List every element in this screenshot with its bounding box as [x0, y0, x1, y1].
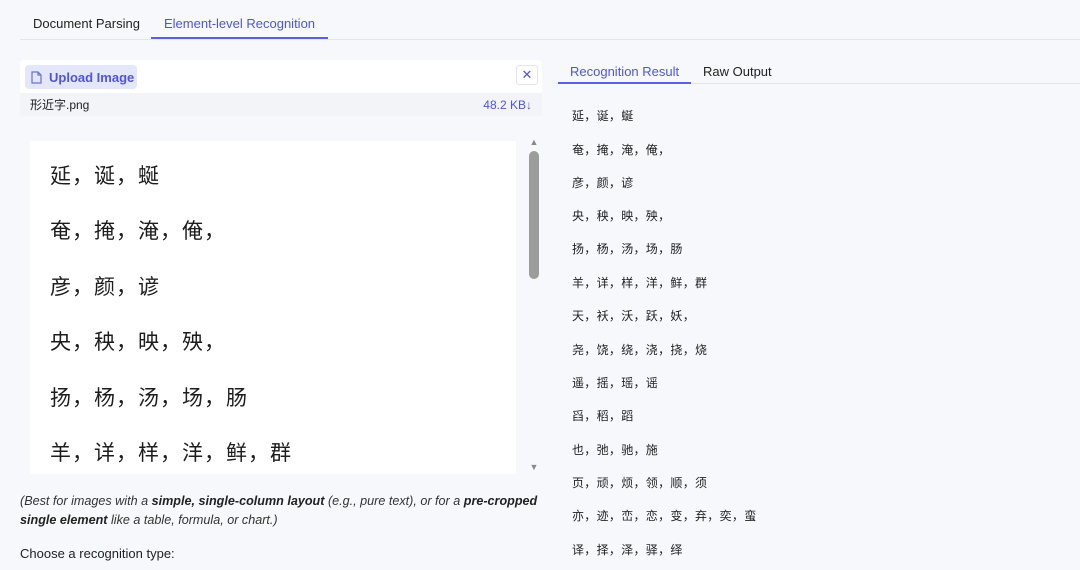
download-icon: ↓	[526, 97, 532, 112]
result-tab-bar: Recognition Result Raw Output	[556, 60, 1080, 84]
note-text: (e.g., pure text), or for a	[324, 494, 464, 508]
result-line: 天，袄，沃，跃，妖，	[572, 309, 696, 323]
recognition-type-label: Choose a recognition type:	[20, 546, 175, 561]
file-icon	[31, 70, 42, 84]
result-line: 奄，掩，淹，俺，	[572, 143, 671, 157]
close-icon[interactable]: ✕	[516, 65, 538, 85]
tab-recognition-result[interactable]: Recognition Result	[558, 64, 692, 84]
result-line: 扬，杨，汤，场，肠	[572, 242, 683, 256]
preview-line: 羊，详，样，洋，鲜，群	[50, 441, 292, 465]
result-line: 延，诞，蜒	[572, 109, 634, 123]
preview-line: 奄，掩，淹，俺，	[50, 219, 226, 243]
preview-line: 彦，颜，谚	[50, 275, 160, 299]
tab-raw-output[interactable]: Raw Output	[691, 64, 784, 84]
upload-panel: Upload Image ✕ 形近字.png 48.2 KB↓	[20, 60, 542, 116]
result-line: 亦，迹，峦，恋，变，弃，奕，蛮	[572, 509, 757, 523]
uploaded-file-row: 形近字.png 48.2 KB↓	[20, 93, 542, 116]
usage-note: (Best for images with a simple, single-c…	[20, 492, 550, 530]
scrollbar-thumb[interactable]	[529, 151, 539, 279]
preview-line: 延，诞，蜒	[50, 164, 160, 188]
result-line: 央，秧，映，殃，	[572, 209, 671, 223]
note-text: (Best for images with a	[20, 494, 152, 508]
tab-element-level-recognition[interactable]: Element-level Recognition	[151, 16, 329, 39]
result-line: 羊，详，样，洋，鲜，群	[572, 276, 708, 290]
top-tab-bar: Document Parsing Element-level Recogniti…	[20, 10, 1080, 40]
note-bold-text: simple, single-column layout	[151, 494, 325, 508]
result-line: 也，弛，驰，施	[572, 443, 659, 457]
file-name: 形近字.png	[30, 98, 90, 112]
preview-canvas: 延，诞，蜒 奄，掩，淹，俺， 彦，颜，谚 央，秧，映，殃， 扬，杨，汤，场，肠 …	[30, 141, 516, 474]
result-line: 舀，稻，蹈	[572, 409, 634, 423]
upload-image-label: Upload Image	[49, 69, 135, 85]
file-size-download-link[interactable]: 48.2 KB↓	[483, 98, 532, 112]
file-size-label: 48.2 KB	[483, 97, 526, 112]
note-text: like a table, formula, or chart.)	[107, 513, 278, 527]
result-line: 尧，饶，绕，浇，挠，烧	[572, 343, 708, 357]
result-line: 译，择，泽，驿，绎	[572, 543, 683, 557]
scroll-down-icon[interactable]: ▼	[528, 462, 540, 472]
upload-image-button[interactable]: Upload Image	[25, 65, 137, 89]
scroll-up-icon[interactable]: ▲	[528, 137, 540, 147]
image-preview[interactable]: 延，诞，蜒 奄，掩，淹，俺， 彦，颜，谚 央，秧，映，殃， 扬，杨，汤，场，肠 …	[20, 135, 542, 478]
tab-document-parsing[interactable]: Document Parsing	[20, 16, 153, 39]
result-line: 遥，摇，瑶，谣	[572, 376, 659, 390]
result-line: 彦，颜，谚	[572, 176, 634, 190]
result-line: 页，顽，烦，领，顺，须	[572, 476, 708, 490]
preview-line: 扬，杨，汤，场，肠	[50, 386, 248, 410]
preview-line: 央，秧，映，殃，	[50, 330, 226, 354]
